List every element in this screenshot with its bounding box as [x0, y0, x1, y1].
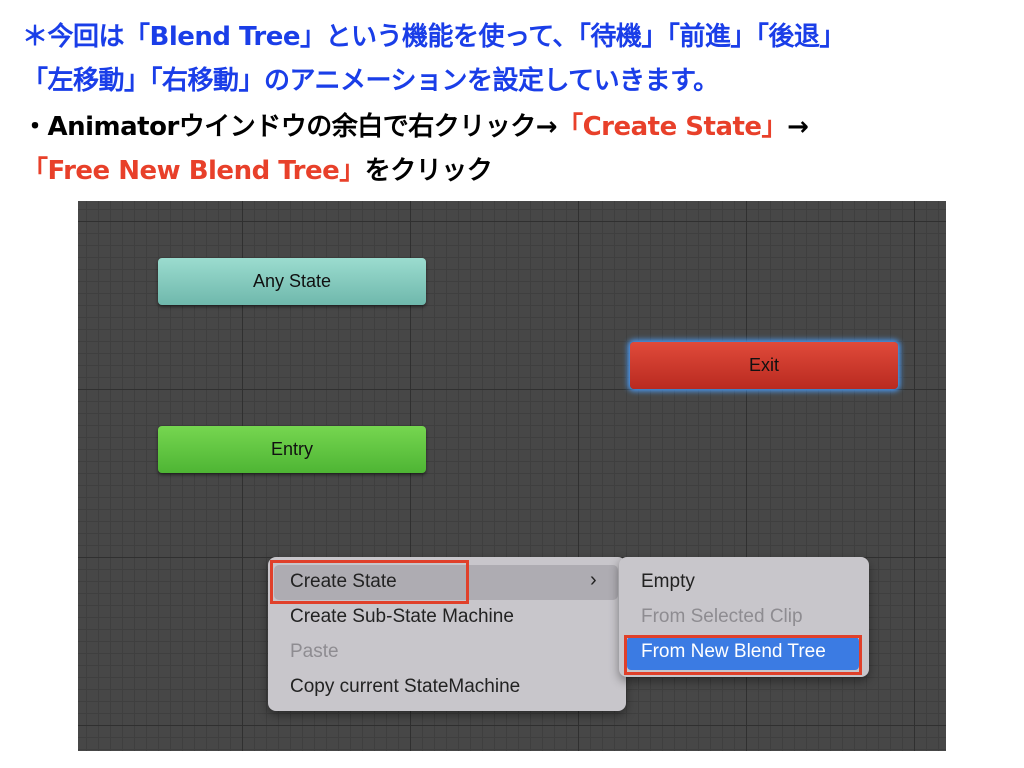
menu-item-copy-state-machine[interactable]: Copy current StateMachine [290, 676, 520, 698]
arrow: → [787, 112, 809, 142]
instruction-line-2: 「左移動」「右移動」のアニメーションを設定していきます。 [22, 66, 719, 96]
instruction-text: ・Animatorウインドウの余白で右クリック→ [22, 112, 558, 142]
instruction-line-1: ＊今回は「Blend Tree」という機能を使って、「待機」「前進」「後退」 [22, 22, 845, 52]
instruction-highlight: 「Free New Blend Tree」 [22, 156, 365, 186]
instruction-line-4: 「Free New Blend Tree」をクリック [22, 150, 493, 187]
submenu-item-empty[interactable]: Empty [641, 571, 695, 593]
animator-graph-canvas[interactable]: Any State Exit Entry Create State › Crea… [78, 201, 946, 751]
entry-node[interactable]: Entry [158, 426, 426, 473]
highlight-box [270, 560, 469, 604]
any-state-node[interactable]: Any State [158, 258, 426, 305]
chevron-right-icon: › [590, 569, 597, 591]
instruction-highlight: 「Create State」 [557, 112, 788, 142]
menu-item-paste: Paste [290, 641, 339, 662]
submenu-item-from-selected-clip: From Selected Clip [641, 606, 803, 627]
highlight-box [624, 635, 862, 675]
instruction-text: をクリック [364, 156, 493, 186]
menu-item-create-sub-state-machine[interactable]: Create Sub-State Machine [290, 606, 514, 628]
instruction-line-3: ・Animatorウインドウの余白で右クリック→「Create State」→ [22, 106, 809, 143]
exit-node[interactable]: Exit [630, 342, 898, 389]
